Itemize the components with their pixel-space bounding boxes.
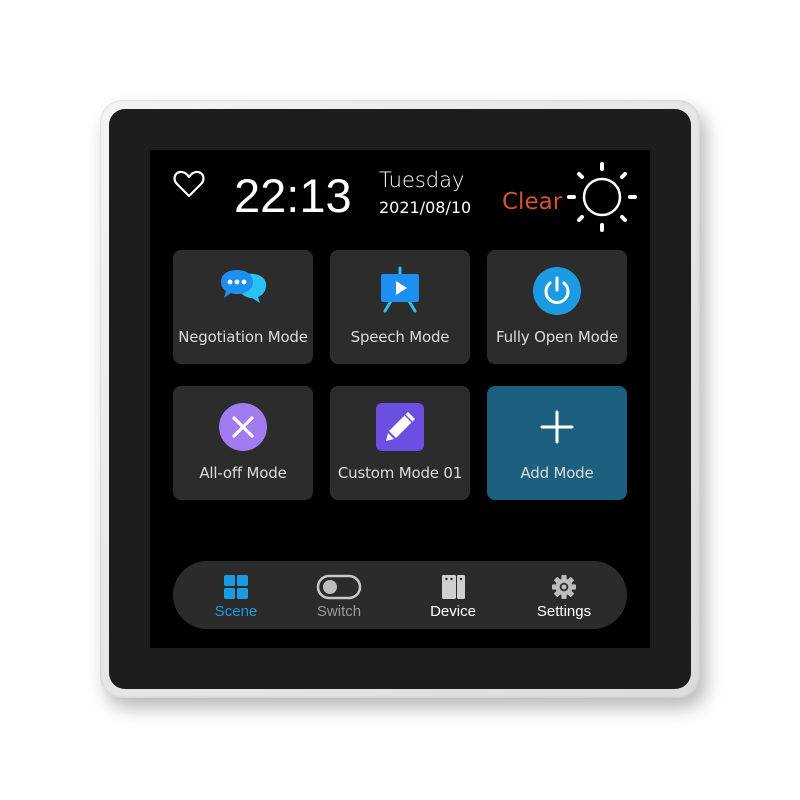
nav-label: Device (430, 603, 476, 620)
mode-tile-fully-open[interactable]: Fully Open Mode (487, 250, 627, 364)
bottom-nav: Scene Switch Device Settings (173, 561, 627, 629)
mode-tile-negotiation[interactable]: Negotiation Mode (173, 250, 313, 364)
nav-label: Settings (536, 603, 592, 620)
plus-icon (540, 410, 574, 444)
gear-icon (552, 575, 576, 599)
weekday: Tuesday (379, 168, 465, 192)
nav-item-scene[interactable]: Scene (191, 561, 281, 629)
mode-tile-all-off[interactable]: All-off Mode (173, 386, 313, 500)
heart-outline-icon[interactable] (173, 169, 205, 199)
nav-item-device[interactable]: Device (408, 561, 498, 629)
nav-item-switch[interactable]: Switch (294, 561, 384, 629)
toggle-switch-icon (316, 574, 362, 600)
touch-screen: 22:13 Tuesday 2021/08/10 Clear Negotiati… (150, 150, 650, 648)
nav-item-settings[interactable]: Settings (519, 561, 609, 629)
power-icon (533, 267, 581, 315)
mode-label: Custom Mode 01 (337, 464, 463, 482)
nav-label: Scene (214, 603, 258, 620)
mode-label: Add Mode (520, 464, 594, 482)
grid-icon (224, 575, 248, 599)
device-panel-icon (442, 575, 465, 599)
mode-tile-speech[interactable]: Speech Mode (330, 250, 470, 364)
date: 2021/08/10 (379, 198, 472, 217)
close-circle-icon (219, 403, 267, 451)
mode-label: All-off Mode (199, 464, 287, 482)
nav-label: Switch (316, 603, 362, 620)
sun-icon (567, 162, 637, 232)
mode-tile-custom[interactable]: Custom Mode 01 (330, 386, 470, 500)
mode-label: Fully Open Mode (496, 328, 618, 346)
mode-label: Speech Mode (350, 328, 450, 346)
pencil-icon (376, 403, 424, 451)
clock-time: 22:13 (234, 169, 352, 222)
chat-bubbles-icon (221, 270, 267, 303)
mode-label: Negotiation Mode (178, 328, 308, 346)
add-mode-button[interactable]: Add Mode (487, 386, 627, 500)
weather-status: Clear (502, 189, 563, 215)
presentation-board-icon (381, 266, 419, 313)
